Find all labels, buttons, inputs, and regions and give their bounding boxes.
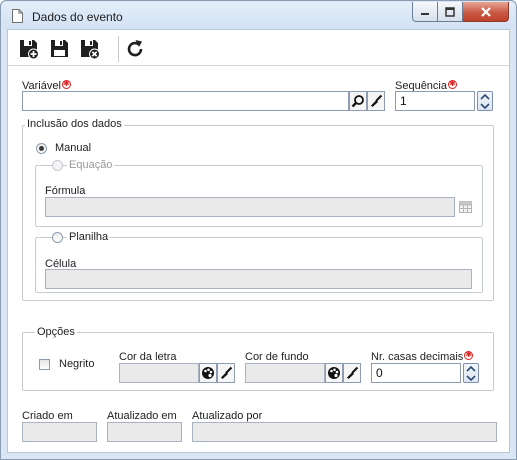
formula-input[interactable] [45, 197, 455, 217]
equacao-label: Equação [67, 159, 115, 171]
save-new-icon [20, 40, 39, 60]
save-close-button[interactable] [79, 38, 101, 60]
criado-em-label: Criado em [22, 410, 73, 422]
window-title: Dados do evento [32, 10, 123, 24]
stepper-up[interactable] [478, 92, 492, 101]
atualizado-por-label: Atualizado por [192, 410, 263, 422]
negrito-checkbox[interactable] [39, 359, 50, 370]
dialog-body: Variável Sequência 1 [7, 29, 510, 453]
clear-brush-icon [221, 366, 233, 379]
cor-letra-label: Cor da letra [119, 351, 177, 363]
clear-button[interactable] [367, 91, 385, 111]
cor-letra-clear-button[interactable] [217, 363, 235, 383]
close-icon [480, 6, 491, 17]
sequencia-stepper[interactable] [477, 91, 493, 111]
search-button[interactable] [349, 91, 367, 111]
formula-label: Fórmula [45, 185, 86, 197]
save-new-button[interactable] [18, 38, 40, 60]
save-icon [51, 40, 68, 57]
atualizado-em-field [107, 422, 182, 442]
chevron-down-icon [480, 102, 490, 109]
atualizado-em-label: Atualizado em [107, 410, 177, 422]
casas-decimais-stepper[interactable] [463, 363, 479, 383]
casas-decimais-label: Nr. casas decimais [371, 350, 474, 363]
required-icon [61, 79, 71, 89]
required-icon [464, 350, 474, 360]
refresh-icon [127, 40, 143, 57]
chevron-down-icon [466, 374, 476, 381]
atualizado-por-field [192, 422, 497, 442]
refresh-button[interactable] [124, 38, 146, 60]
cor-fundo-clear-button[interactable] [343, 363, 361, 383]
planilha-radio[interactable] [52, 232, 63, 243]
opcoes-legend: Opções [35, 326, 77, 338]
cor-fundo-picker-button[interactable] [325, 363, 343, 383]
formula-editor-button[interactable] [457, 198, 473, 216]
maximize-icon [445, 6, 455, 17]
table-icon [458, 201, 472, 213]
close-button[interactable] [463, 2, 509, 22]
stepper-down[interactable] [464, 373, 478, 382]
celula-input[interactable] [45, 269, 472, 289]
equacao-group [35, 165, 483, 227]
cor-letra-picker-button[interactable] [199, 363, 217, 383]
minimize-icon [421, 12, 429, 15]
negrito-label: Negrito [59, 358, 95, 370]
window-controls [412, 2, 509, 22]
clear-brush-icon [347, 366, 359, 379]
manual-label: Manual [55, 142, 92, 154]
chevron-up-icon [480, 93, 490, 100]
variavel-input[interactable] [22, 91, 349, 111]
title-bar[interactable]: Dados do evento [2, 2, 515, 29]
toolbar-separator [118, 36, 119, 62]
cor-fundo-input[interactable] [245, 363, 325, 383]
inclusao-legend: Inclusão dos dados [25, 118, 124, 130]
required-icon [448, 79, 457, 89]
manual-radio[interactable] [36, 143, 47, 154]
cor-letra-input[interactable] [119, 363, 199, 383]
criado-em-field [22, 422, 97, 442]
document-icon [12, 9, 23, 23]
sequencia-input[interactable]: 1 [395, 91, 475, 111]
toolbar [8, 30, 509, 66]
palette-icon [202, 367, 214, 379]
stepper-up[interactable] [464, 364, 478, 373]
stepper-down[interactable] [478, 101, 492, 110]
cor-fundo-label: Cor de fundo [245, 351, 309, 363]
save-button[interactable] [49, 38, 71, 60]
maximize-button[interactable] [438, 2, 463, 22]
save-close-icon [81, 40, 100, 60]
palette-icon [328, 367, 340, 379]
equacao-radio[interactable] [52, 160, 63, 171]
search-icon [351, 95, 364, 108]
minimize-button[interactable] [412, 2, 438, 22]
casas-decimais-input[interactable]: 0 [371, 363, 461, 383]
chevron-up-icon [466, 365, 476, 372]
clear-brush-icon [371, 94, 383, 107]
dialog-window: Dados do evento Variável✱ Sequência✱ 1 I… [0, 0, 517, 460]
planilha-label: Planilha [67, 231, 111, 243]
